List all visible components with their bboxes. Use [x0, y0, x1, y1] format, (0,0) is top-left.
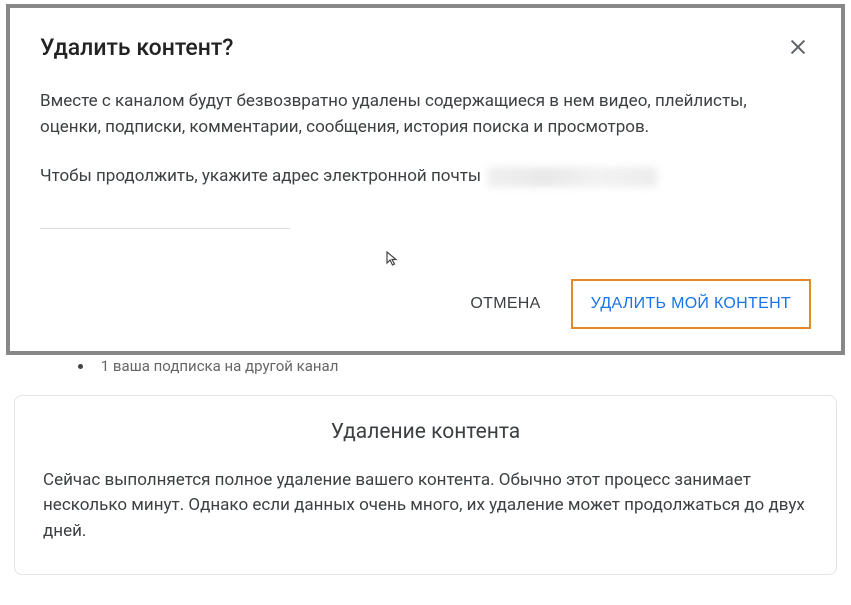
- background-list-item: 1 ваша подписка на другой канал: [8, 359, 843, 377]
- dialog-body-text-1: Вместе с каналом будут безвозвратно удал…: [40, 89, 811, 140]
- email-input-underline[interactable]: [40, 228, 290, 229]
- bullet-icon: [78, 364, 83, 369]
- dialog-body-text-2: Чтобы продолжить, укажите адрес электрон…: [40, 164, 811, 190]
- cursor-pointer-icon: [385, 251, 401, 271]
- dialog-header: Удалить контент?: [40, 34, 811, 63]
- close-icon: [787, 36, 809, 61]
- dialog-title: Удалить контент?: [40, 34, 234, 61]
- cancel-button[interactable]: ОТМЕНА: [456, 285, 554, 323]
- dialog-actions: ОТМЕНА УДАЛИТЬ МОЙ КОНТЕНТ: [40, 279, 811, 329]
- background-list-text: 1 ваша подписка на другой канал: [101, 359, 339, 375]
- deletion-progress-card: Удаление контента Сейчас выполняется пол…: [14, 395, 837, 576]
- info-card-title: Удаление контента: [43, 420, 808, 444]
- redacted-email: [487, 167, 657, 187]
- info-card-body: Сейчас выполняется полное удаление вашег…: [43, 468, 808, 545]
- email-prompt-text: Чтобы продолжить, укажите адрес электрон…: [40, 164, 481, 190]
- delete-content-dialog: Удалить контент? Вместе с каналом будут …: [6, 4, 845, 355]
- dialog-body: Вместе с каналом будут безвозвратно удал…: [40, 89, 811, 229]
- close-button[interactable]: [785, 34, 811, 63]
- delete-my-content-button[interactable]: УДАЛИТЬ МОЙ КОНТЕНТ: [571, 279, 811, 329]
